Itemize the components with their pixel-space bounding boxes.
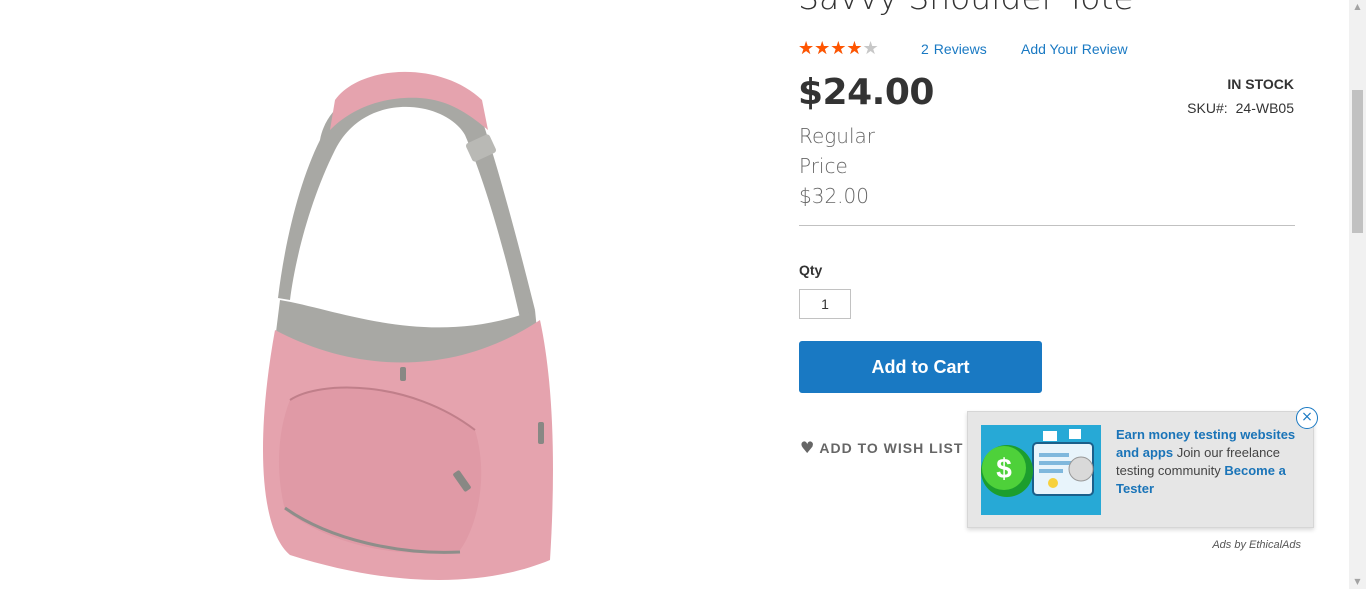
product-image[interactable] [250, 60, 570, 589]
page-scrollbar[interactable]: ▲ ▼ [1349, 0, 1366, 589]
regular-price: $32.00 [799, 184, 869, 208]
ad-dollar-icon: $ [996, 453, 1012, 484]
wishlist-label: Add to Wish List [819, 440, 964, 456]
qty-input[interactable] [799, 289, 851, 319]
product-rating: ★★★★★ ★★★★★ [798, 39, 879, 59]
ad-image[interactable]: $ [981, 425, 1101, 515]
heart-icon: ♥ [800, 438, 816, 457]
divider [799, 225, 1295, 226]
reviews-count: 2 [921, 41, 929, 57]
final-price: $24.00 [798, 72, 934, 113]
scroll-up-icon[interactable]: ▲ [1349, 0, 1366, 14]
reviews-link[interactable]: 2 Reviews [921, 41, 987, 57]
product-gallery[interactable] [0, 0, 780, 589]
add-to-wishlist-link[interactable]: ♥ Add to Wish List [800, 438, 963, 457]
ad-text[interactable]: Earn money testing websites and apps Joi… [1116, 426, 1306, 498]
add-to-cart-button[interactable]: Add to Cart [799, 341, 1042, 393]
rating-stars: ★★★★★ ★★★★★ [798, 39, 879, 59]
sku-value: 24-WB05 [1235, 100, 1294, 116]
regular-price-label: Regular Price [799, 124, 876, 178]
close-icon[interactable]: × [1296, 407, 1318, 429]
product-title: Savvy Shoulder Tote [798, 0, 1134, 17]
scroll-down-icon[interactable]: ▼ [1349, 575, 1366, 589]
qty-label: Qty [799, 262, 823, 278]
ethical-ad[interactable]: $ Earn money testing websites and apps J… [967, 411, 1314, 528]
stock-status: In stock [1227, 76, 1294, 92]
ad-illustration: $ [981, 425, 1101, 515]
rating-stars-filled: ★★★★★ [798, 39, 863, 59]
sku-label: SKU#: [1187, 100, 1228, 116]
scrollbar-thumb[interactable] [1352, 90, 1363, 233]
sku: SKU#: 24-WB05 [1187, 100, 1294, 116]
reviews-label: Reviews [933, 41, 987, 57]
add-review-link[interactable]: Add Your Review [1021, 41, 1128, 57]
ad-attribution[interactable]: Ads by EthicalAds [1212, 539, 1301, 551]
